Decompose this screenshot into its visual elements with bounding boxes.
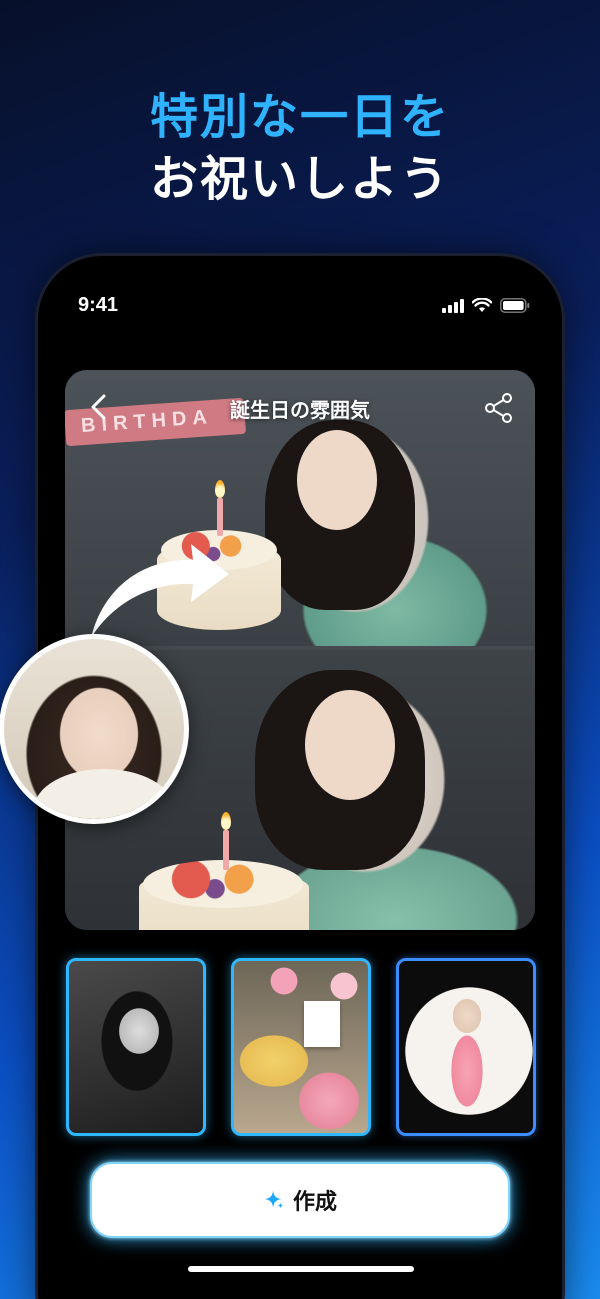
template-thumb-cake-camera[interactable] bbox=[231, 958, 371, 1136]
curved-arrow-icon bbox=[91, 544, 229, 638]
sparkle-icon bbox=[264, 1190, 284, 1209]
source-avatar-photo bbox=[0, 634, 189, 824]
home-indicator[interactable] bbox=[188, 1266, 414, 1272]
wifi-icon bbox=[472, 298, 492, 312]
face-shape bbox=[305, 690, 395, 800]
hero-header: 誕生日の雰囲気 bbox=[65, 370, 535, 450]
page-title: 誕生日の雰囲気 bbox=[230, 398, 370, 422]
flame-lower bbox=[221, 812, 231, 830]
polaroid-photo bbox=[304, 1001, 340, 1047]
headline-line-1: 特別な一日を bbox=[149, 89, 450, 145]
template-thumb-birthday-board[interactable] bbox=[396, 958, 536, 1136]
create-button[interactable]: 作成 bbox=[90, 1162, 510, 1238]
share-button[interactable] bbox=[483, 392, 515, 424]
flame-upper bbox=[215, 480, 225, 498]
template-thumb-monochrome[interactable] bbox=[66, 958, 206, 1136]
status-time: 9:41 bbox=[78, 294, 119, 316]
cellular-signal-icon bbox=[442, 298, 464, 313]
promo-headline: 特別な一日を お祝いしよう bbox=[0, 86, 600, 210]
headline-line-2: お祝いしよう bbox=[149, 151, 450, 207]
candle-upper bbox=[217, 498, 223, 536]
create-button-label: 作成 bbox=[292, 1190, 337, 1215]
avatar-shoulder bbox=[34, 769, 174, 819]
candle-lower bbox=[223, 830, 229, 870]
template-thumbnails bbox=[66, 958, 536, 1138]
status-bar: 9:41 bbox=[78, 294, 530, 324]
battery-icon bbox=[500, 298, 530, 313]
